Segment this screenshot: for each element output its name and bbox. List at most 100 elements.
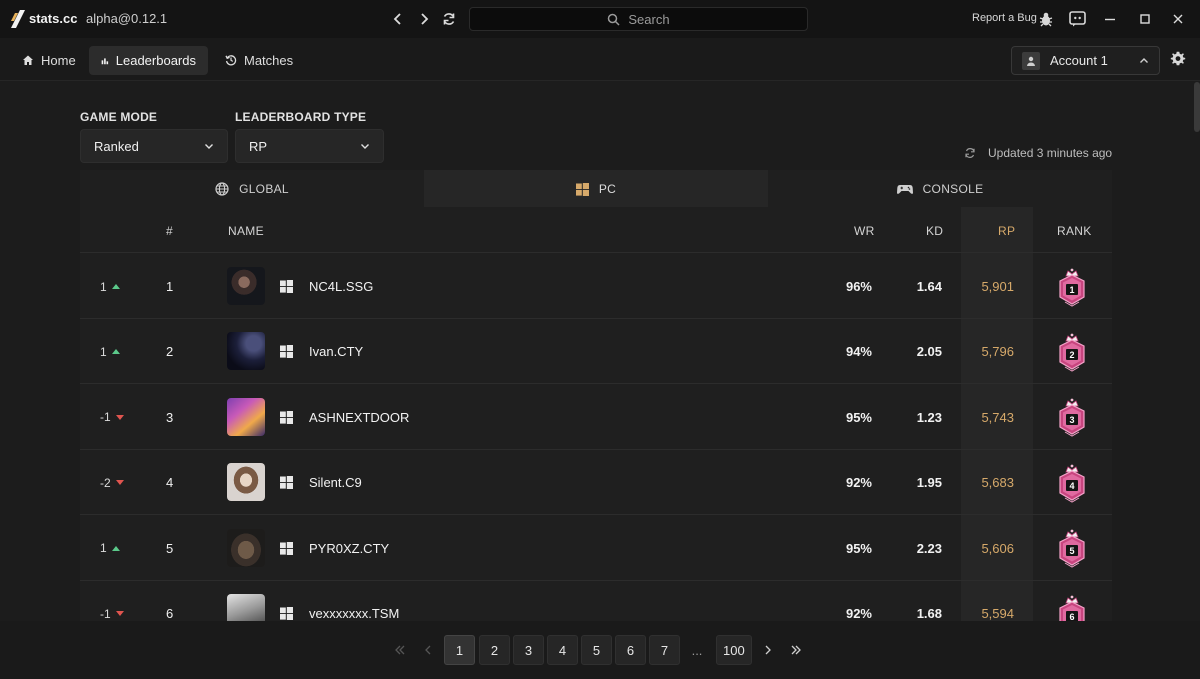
first-page-button[interactable] bbox=[384, 635, 415, 665]
tab-global[interactable]: GLOBAL bbox=[80, 170, 424, 208]
double-chevron-left-icon bbox=[394, 645, 404, 655]
arrow-up-icon bbox=[111, 284, 120, 289]
tab-home[interactable]: Home bbox=[10, 46, 88, 74]
forward-button[interactable] bbox=[415, 10, 433, 28]
player-avatar[interactable] bbox=[227, 332, 265, 371]
chevron-up-icon bbox=[1140, 57, 1148, 63]
header-position[interactable]: # bbox=[166, 224, 173, 238]
header-kd[interactable]: KD bbox=[926, 224, 943, 238]
header-rp[interactable]: RP bbox=[998, 224, 1015, 238]
pagination-ellipsis: ... bbox=[691, 642, 703, 658]
search-input[interactable]: Search bbox=[469, 7, 808, 31]
rank-change: -1 bbox=[100, 385, 124, 450]
arrow-down-icon bbox=[115, 414, 124, 420]
game-mode-label: GAME MODE bbox=[80, 110, 158, 124]
discord-icon[interactable] bbox=[1069, 11, 1086, 27]
header-name[interactable]: NAME bbox=[228, 224, 264, 238]
kill-death: 1.23 bbox=[916, 409, 942, 425]
app-name: stats.cc bbox=[29, 11, 78, 26]
win-rate: 92% bbox=[845, 606, 872, 621]
windows-icon bbox=[280, 345, 293, 359]
rank-change: 1 bbox=[100, 516, 120, 581]
last-page-button[interactable] bbox=[780, 635, 811, 665]
game-mode-select[interactable]: Ranked bbox=[80, 129, 228, 163]
rank-badge: 6 bbox=[1057, 581, 1087, 621]
next-page-button[interactable] bbox=[752, 635, 783, 665]
close-button[interactable] bbox=[1169, 10, 1187, 28]
kill-death: 1.68 bbox=[916, 606, 942, 621]
rank-badge: 1 bbox=[1057, 254, 1087, 319]
windows-icon bbox=[280, 607, 293, 620]
win-rate: 95% bbox=[845, 540, 872, 556]
table-row[interactable]: -1 3 ASHNEXTDOOR 95% 1.23 5,743 3 bbox=[80, 385, 1112, 450]
page-button[interactable]: 4 bbox=[547, 635, 578, 665]
tab-home-label: Home bbox=[41, 52, 76, 68]
pagination: 1234567 ... 100 bbox=[0, 621, 1200, 679]
header-wr[interactable]: WR bbox=[854, 224, 875, 238]
table-row[interactable]: 1 2 Ivan.CTY 94% 2.05 5,796 2 bbox=[80, 319, 1112, 385]
prev-page-button[interactable] bbox=[412, 635, 443, 665]
account-selector[interactable]: Account 1 bbox=[1011, 46, 1160, 75]
player-avatar[interactable] bbox=[227, 528, 265, 567]
position: 4 bbox=[166, 475, 174, 491]
player-name[interactable]: Ivan.CTY bbox=[309, 319, 363, 384]
double-chevron-right-icon bbox=[791, 645, 801, 655]
platform-icon-wrap bbox=[280, 581, 293, 621]
player-name[interactable]: PYR0XZ.CTY bbox=[309, 516, 389, 581]
player-avatar[interactable] bbox=[227, 594, 265, 621]
table-row[interactable]: 1 1 NC4L.SSG 96% 1.64 5,901 1 bbox=[80, 254, 1112, 319]
player-avatar[interactable] bbox=[227, 397, 265, 436]
back-button[interactable] bbox=[389, 10, 407, 28]
champion-rank-badge-icon: 3 bbox=[1059, 398, 1085, 437]
gear-icon[interactable] bbox=[1170, 51, 1186, 67]
rank-change: -1 bbox=[100, 581, 124, 621]
rank-points: 5,796 bbox=[981, 344, 1014, 360]
page-button[interactable]: 1 bbox=[444, 635, 475, 665]
page-button[interactable]: 7 bbox=[649, 635, 680, 665]
tab-matches[interactable]: Matches bbox=[213, 46, 305, 74]
rank-badge: 3 bbox=[1057, 385, 1087, 450]
refresh-icon[interactable] bbox=[964, 147, 976, 159]
rank-badge-number: 6 bbox=[1069, 612, 1074, 622]
player-name[interactable]: Silent.C9 bbox=[309, 450, 362, 515]
table-row[interactable]: -2 4 Silent.C9 92% 1.95 5,683 4 bbox=[80, 450, 1112, 516]
kill-death: 1.95 bbox=[916, 475, 942, 491]
win-rate: 95% bbox=[845, 409, 872, 425]
kill-death: 1.64 bbox=[916, 279, 942, 294]
report-bug-link[interactable]: Report a Bug bbox=[972, 12, 1037, 24]
gamepad-icon bbox=[896, 185, 913, 194]
player-name[interactable]: vexxxxxxx.TSM bbox=[309, 581, 399, 621]
page-button[interactable]: 5 bbox=[581, 635, 612, 665]
page-last-button[interactable]: 100 bbox=[716, 635, 752, 665]
page-button[interactable]: 3 bbox=[513, 635, 544, 665]
position: 2 bbox=[166, 344, 174, 360]
user-icon bbox=[1027, 56, 1035, 66]
page-button[interactable]: 2 bbox=[479, 635, 510, 665]
search-placeholder: Search bbox=[628, 11, 670, 27]
header-rank[interactable]: RANK bbox=[1057, 224, 1092, 238]
player-name[interactable]: ASHNEXTDOOR bbox=[309, 385, 409, 450]
avatar bbox=[1022, 51, 1040, 70]
player-avatar[interactable] bbox=[227, 267, 265, 305]
maximize-icon bbox=[1140, 14, 1150, 24]
page-button[interactable]: 6 bbox=[615, 635, 646, 665]
table-row[interactable]: -1 6 vexxxxxxx.TSM 92% 1.68 5,594 6 bbox=[80, 581, 1112, 621]
player-avatar[interactable] bbox=[227, 463, 265, 502]
tab-pc[interactable]: PC bbox=[424, 170, 768, 208]
chevron-right-icon bbox=[765, 645, 771, 655]
win-rate: 92% bbox=[845, 475, 872, 491]
minimize-button[interactable] bbox=[1101, 10, 1119, 28]
tab-leaderboards[interactable]: Leaderboards bbox=[89, 46, 208, 75]
rank-change: 1 bbox=[100, 319, 120, 384]
refresh-button[interactable] bbox=[440, 10, 458, 28]
main-nav: Home Leaderboards Matches Account 1 bbox=[0, 38, 1200, 81]
bug-icon[interactable] bbox=[1038, 11, 1054, 27]
windows-icon bbox=[280, 280, 293, 293]
table-row[interactable]: 1 5 PYR0XZ.CTY 95% 2.23 5,606 5 bbox=[80, 516, 1112, 581]
tab-console[interactable]: CONSOLE bbox=[768, 170, 1112, 208]
player-name[interactable]: NC4L.SSG bbox=[309, 254, 373, 319]
leaderboard-type-select[interactable]: RP bbox=[235, 129, 384, 163]
maximize-button[interactable] bbox=[1136, 10, 1154, 28]
scrollbar[interactable] bbox=[1194, 82, 1200, 132]
rank-badge-number: 1 bbox=[1069, 285, 1074, 295]
